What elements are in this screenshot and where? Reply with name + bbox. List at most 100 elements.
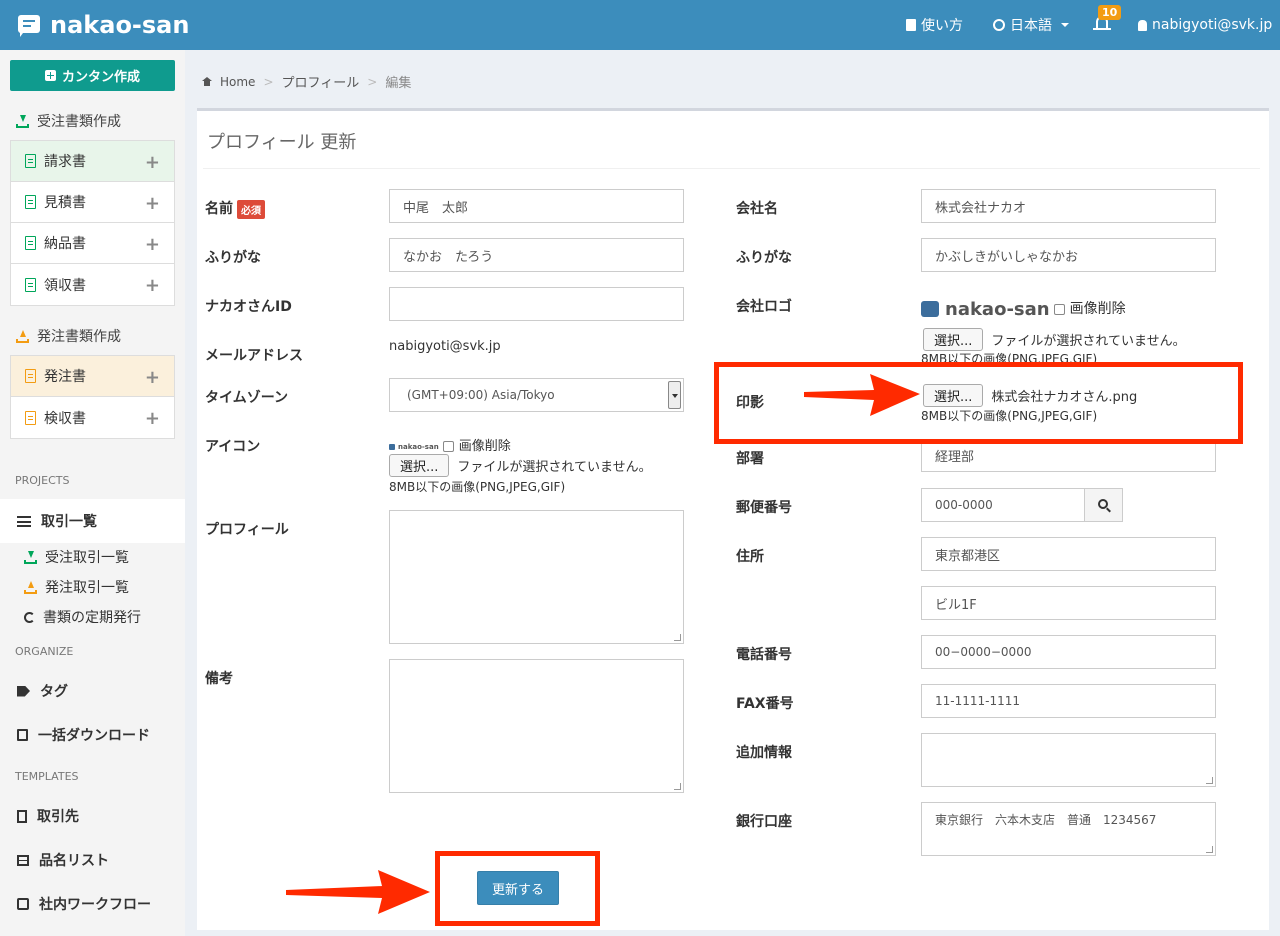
user-menu[interactable]: nabigyoti@svk.jp (1138, 0, 1280, 50)
upload-icon (24, 580, 37, 594)
file-text-icon (25, 154, 36, 168)
nav-tags[interactable]: タグ (17, 681, 68, 701)
book-icon (906, 19, 916, 31)
list-icon (17, 515, 31, 527)
address1-input[interactable]: 東京都港区 (921, 537, 1216, 571)
plus-icon[interactable]: + (145, 234, 160, 255)
name-label: 名前 必須 (205, 198, 265, 219)
timezone-select[interactable]: (GMT+09:00) Asia/Tokyo (389, 378, 684, 412)
phone-input[interactable]: 00−0000−0000 (921, 635, 1216, 669)
timezone-label: タイムゾーン (205, 390, 289, 406)
plus-icon[interactable]: + (145, 275, 160, 296)
received-docs-list: 請求書 + 見積書 + 納品書 + 領収書 + (10, 140, 175, 306)
icon-label: アイコン (205, 439, 261, 455)
profile-label: プロフィール (205, 522, 289, 538)
nav-workflow[interactable]: 社内ワークフロー (17, 894, 151, 914)
tags-icon (17, 685, 30, 697)
logo-delete-checkbox[interactable] (1053, 303, 1065, 315)
doc-item-delivery[interactable]: 納品書 + (11, 223, 174, 264)
quick-create-button[interactable]: カンタン作成 (10, 60, 175, 91)
globe-icon (993, 19, 1005, 31)
plus-icon[interactable]: + (145, 408, 160, 429)
nav-recurring-issue[interactable]: 書類の定期発行 (24, 607, 141, 627)
file-text-icon (25, 369, 36, 383)
extra-info-textarea[interactable] (921, 733, 1216, 787)
save-icon (17, 729, 28, 741)
brand-logo[interactable]: nakao-san (18, 11, 189, 39)
notifications-button[interactable]: 10 (1092, 0, 1128, 50)
user-icon (1138, 19, 1147, 31)
annotation-seal-highlight (714, 362, 1243, 444)
nakao-id-input[interactable] (389, 287, 684, 321)
table-icon (17, 854, 29, 866)
fax-input[interactable]: 11-1111-1111 (921, 684, 1216, 718)
name-input[interactable]: 中尾 太郎 (389, 189, 684, 223)
brand-name: nakao-san (50, 11, 190, 39)
furigana-label: ふりがな (205, 250, 261, 266)
doc-item-purchase-order[interactable]: 発注書 + (11, 356, 174, 397)
breadcrumb-home[interactable]: Home (220, 75, 255, 89)
zip-search-button[interactable] (1084, 488, 1123, 522)
building-icon (17, 809, 27, 823)
nav-received-transactions[interactable]: 受注取引一覧 (24, 547, 129, 567)
breadcrumb-edit: 編集 (385, 76, 412, 91)
plus-square-icon (44, 70, 56, 81)
annotation-arrow-right-icon (286, 870, 430, 914)
nav-ordered-transactions[interactable]: 発注取引一覧 (24, 577, 129, 597)
bank-textarea[interactable]: 東京銀行 六本木支店 普通 1234567 (921, 802, 1216, 856)
email-label: メールアドレス (205, 348, 303, 364)
file-text-icon (25, 195, 36, 209)
plus-icon[interactable]: + (145, 367, 160, 388)
icon-current: nakao-san 画像削除 (389, 435, 511, 454)
phone-label: 電話番号 (736, 647, 792, 663)
nakao-id-label: ナカオさんID (205, 299, 292, 315)
email-value: nabigyoti@svk.jp (389, 339, 501, 354)
chevron-down-icon (1061, 23, 1069, 27)
logo-file-picker: 選択... ファイルが選択されていません。 (923, 328, 1186, 351)
help-link[interactable]: 使い方 (906, 0, 963, 50)
extra-info-label: 追加情報 (736, 745, 792, 761)
company-furigana-input[interactable]: かぶしきがいしゃなかお (921, 238, 1216, 272)
zip-input[interactable]: 000-0000 (921, 488, 1085, 522)
chat-bubble-icon (18, 13, 42, 37)
home-icon (202, 77, 212, 86)
nav-transactions[interactable]: 取引一覧 (17, 511, 97, 531)
chevron-down-icon (668, 381, 681, 409)
company-label: 会社名 (736, 201, 778, 217)
plus-icon[interactable]: + (145, 193, 160, 214)
ordered-docs-list: 発注書 + 検収書 + (10, 355, 175, 439)
file-text-icon (25, 277, 36, 292)
icon-file-select-button[interactable]: 選択... (389, 454, 450, 477)
icon-file-hint: 8MB以下の画像(PNG,JPEG,GIF) (389, 480, 566, 494)
language-dropdown[interactable]: 日本語 (993, 0, 1069, 50)
notes-label: 備考 (205, 671, 233, 687)
breadcrumb-profile[interactable]: プロフィール (282, 72, 360, 91)
nav-bulk-download[interactable]: 一括ダウンロード (17, 725, 150, 745)
nav-partners[interactable]: 取引先 (17, 806, 79, 826)
company-logo-current: nakao-san 画像削除 (921, 298, 1126, 320)
doc-item-invoice[interactable]: 請求書 + (11, 141, 174, 182)
annotation-submit-highlight (435, 851, 600, 926)
templates-header: TEMPLATES (15, 770, 79, 783)
download-icon (24, 550, 37, 564)
company-logo-label: 会社ロゴ (736, 299, 792, 315)
department-label: 部署 (736, 451, 764, 467)
required-badge: 必須 (237, 199, 265, 219)
download-icon (16, 114, 29, 128)
furigana-input[interactable]: なかお たろう (389, 238, 684, 272)
address2-input[interactable]: ビル1F (921, 586, 1216, 620)
annotation-arrow-right-icon (804, 374, 920, 416)
notes-textarea[interactable] (389, 659, 684, 793)
company-input[interactable]: 株式会社ナカオ (921, 189, 1216, 223)
doc-item-receipt[interactable]: 領収書 + (11, 264, 174, 305)
nakao-san-logo: nakao-san (921, 299, 1050, 320)
profile-textarea[interactable] (389, 510, 684, 644)
icon-delete-checkbox[interactable] (442, 441, 454, 452)
fax-label: FAX番号 (736, 696, 794, 712)
doc-item-estimate[interactable]: 見積書 + (11, 182, 174, 223)
doc-item-inspection[interactable]: 検収書 + (11, 397, 174, 438)
received-docs-section-title: 受注書類作成 (16, 111, 121, 131)
logo-file-select-button[interactable]: 選択... (923, 328, 984, 351)
plus-icon[interactable]: + (145, 152, 160, 173)
nav-item-list[interactable]: 品名リスト (17, 850, 109, 870)
